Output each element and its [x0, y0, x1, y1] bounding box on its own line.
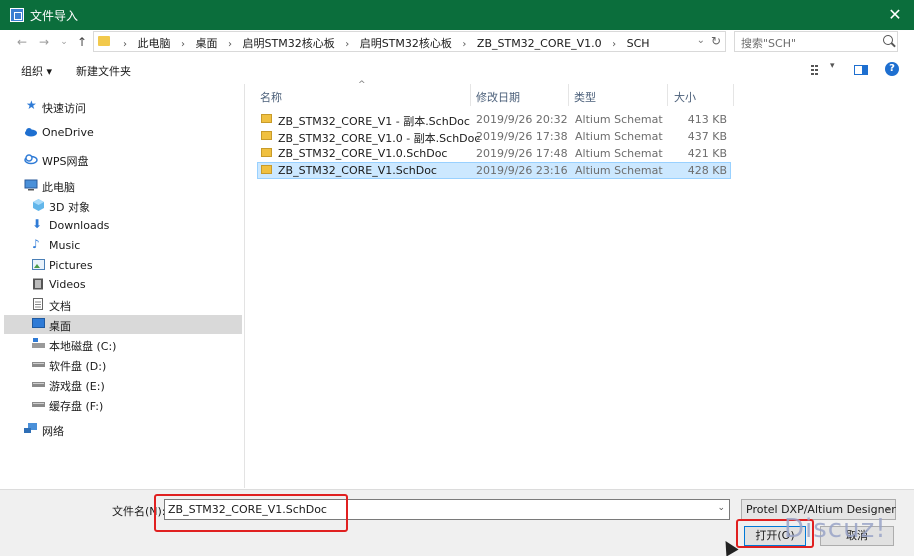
pictures-icon — [32, 259, 45, 271]
chevron-down-icon[interactable]: ⌄ — [717, 503, 725, 513]
sidebar-item-drive-d[interactable]: 软件盘 (D:) — [4, 355, 242, 374]
sidebar-item-music[interactable]: ♪ Music — [4, 236, 242, 255]
search-icon[interactable] — [883, 35, 893, 45]
sidebar-item-network[interactable]: 网络 — [4, 420, 242, 439]
help-icon[interactable]: ? — [885, 62, 899, 76]
file-row[interactable]: ZB_STM32_CORE_V1.0.SchDoc 2019/9/26 17:4… — [257, 145, 731, 162]
schdoc-file-icon — [261, 131, 272, 140]
drive-icon — [32, 398, 45, 410]
video-icon — [32, 278, 45, 290]
search-placeholder: 搜索"SCH" — [741, 37, 797, 50]
preview-pane-icon[interactable] — [854, 65, 868, 75]
column-header-date[interactable]: 修改日期 — [476, 89, 520, 105]
cloud-outline-icon — [24, 153, 38, 165]
sidebar-item-onedrive[interactable]: OneDrive — [4, 123, 242, 142]
desktop-icon — [32, 318, 45, 330]
address-bar[interactable]: › 此电脑 › 桌面 › 启明STM32核心板 › 启明STM32核心板 › Z… — [93, 31, 726, 52]
back-arrow-icon[interactable]: ← — [14, 34, 30, 50]
window-title: 文件导入 — [30, 9, 79, 23]
column-divider[interactable] — [470, 84, 471, 106]
chevron-down-icon[interactable]: ⌄ — [883, 503, 891, 513]
sidebar-item-desktop[interactable]: 桌面 — [4, 315, 242, 334]
organize-button[interactable]: 组织 ▾ — [21, 63, 52, 79]
sidebar-item-pictures[interactable]: Pictures — [4, 256, 242, 275]
drive-icon — [32, 378, 45, 390]
file-list: ^ 名称 修改日期 类型 大小 ZB_STM32_CORE_V1 - 副本.Sc… — [246, 80, 910, 488]
sidebar-item-downloads[interactable]: ⬇ Downloads — [4, 216, 242, 235]
breadcrumb-item[interactable]: SCH — [627, 37, 650, 50]
watermark: Discuz! — [784, 514, 887, 544]
file-import-dialog: 文件导入 ✕ ← → ⌄ ↑ › 此电脑 › 桌面 › 启明STM32核心板 ›… — [0, 0, 914, 556]
column-header-type[interactable]: 类型 — [574, 89, 596, 105]
forward-arrow-icon[interactable]: → — [36, 34, 52, 50]
navigation-pane: ★ 快速访问 OneDrive WPS网盘 此电脑 3D 对象 ⬇ Downlo… — [4, 84, 245, 488]
dialog-footer: 文件名(N): ZB_STM32_CORE_V1.SchDoc ⌄ Protel… — [0, 489, 914, 556]
sidebar-item-this-pc[interactable]: 此电脑 — [4, 176, 242, 195]
new-folder-button[interactable]: 新建文件夹 — [76, 63, 131, 79]
sidebar-item-3d[interactable]: 3D 对象 — [4, 196, 242, 215]
document-icon — [32, 298, 45, 310]
chevron-right-icon: › — [612, 39, 617, 50]
recent-dropdown-icon[interactable]: ⌄ — [56, 34, 72, 50]
sidebar-item-videos[interactable]: Videos — [4, 275, 242, 294]
file-row[interactable]: ZB_STM32_CORE_V1.0 - 副本.SchDoc 2019/9/26… — [257, 128, 731, 145]
address-row: ← → ⌄ ↑ › 此电脑 › 桌面 › 启明STM32核心板 › 启明STM3… — [0, 30, 914, 55]
refresh-icon[interactable]: ↻ — [711, 34, 721, 48]
sort-up-icon: ^ — [358, 80, 366, 90]
up-arrow-icon[interactable]: ↑ — [74, 34, 90, 50]
download-icon: ⬇ — [32, 217, 43, 231]
highlight-box-filename — [154, 494, 348, 532]
chevron-down-icon[interactable]: ⌄ — [697, 35, 705, 46]
column-divider[interactable] — [568, 84, 569, 106]
title-bar[interactable]: 文件导入 ✕ — [0, 0, 914, 30]
chevron-right-icon: › — [462, 39, 467, 50]
schdoc-file-icon — [261, 148, 272, 157]
chevron-down-icon[interactable]: ▾ — [830, 61, 835, 71]
cube-icon — [32, 199, 45, 211]
star-icon: ★ — [26, 98, 37, 112]
column-header-size[interactable]: 大小 — [674, 89, 696, 105]
folder-icon — [98, 36, 110, 46]
file-row[interactable]: ZB_STM32_CORE_V1 - 副本.SchDoc 2019/9/26 2… — [257, 111, 731, 128]
breadcrumb: › 此电脑 › 桌面 › 启明STM32核心板 › 启明STM32核心板 › Z… — [116, 35, 650, 51]
breadcrumb-item[interactable]: 启明STM32核心板 — [243, 35, 335, 51]
sidebar-item-drive-c[interactable]: 本地磁盘 (C:) — [4, 335, 242, 354]
cloud-icon — [24, 126, 37, 138]
computer-icon — [24, 179, 38, 191]
sidebar-item-quick-access[interactable]: ★ 快速访问 — [4, 97, 242, 116]
breadcrumb-item[interactable]: ZB_STM32_CORE_V1.0 — [477, 37, 602, 50]
app-icon — [10, 8, 24, 22]
sidebar-item-documents[interactable]: 文档 — [4, 295, 242, 314]
column-divider[interactable] — [667, 84, 668, 106]
sidebar-item-wps[interactable]: WPS网盘 — [4, 150, 242, 169]
breadcrumb-item[interactable]: 桌面 — [196, 35, 218, 51]
column-header-name[interactable]: 名称 — [260, 89, 282, 105]
close-button[interactable]: ✕ — [884, 4, 906, 26]
chevron-right-icon: › — [181, 39, 185, 50]
toolbar: 组织 ▾ 新建文件夹 ▾ — [0, 56, 914, 84]
schdoc-file-icon — [261, 165, 272, 174]
file-row-selected[interactable]: ZB_STM32_CORE_V1.SchDoc 2019/9/26 23:16 … — [257, 162, 731, 179]
chevron-right-icon: › — [228, 39, 232, 50]
search-input[interactable]: 搜索"SCH" — [734, 31, 898, 52]
sidebar-item-drive-e[interactable]: 游戏盘 (E:) — [4, 375, 242, 394]
drive-icon — [32, 358, 45, 370]
chevron-right-icon: › — [123, 39, 127, 50]
breadcrumb-item[interactable]: 启明STM32核心板 — [360, 35, 452, 51]
music-icon: ♪ — [32, 237, 40, 251]
schdoc-file-icon — [261, 114, 272, 123]
view-options-icon[interactable] — [811, 65, 823, 75]
breadcrumb-item[interactable]: 此电脑 — [138, 35, 171, 51]
sidebar-item-drive-f[interactable]: 缓存盘 (F:) — [4, 395, 242, 414]
system-drive-icon — [32, 338, 45, 350]
network-icon — [24, 423, 37, 435]
chevron-right-icon: › — [345, 39, 350, 50]
column-divider[interactable] — [733, 84, 734, 106]
